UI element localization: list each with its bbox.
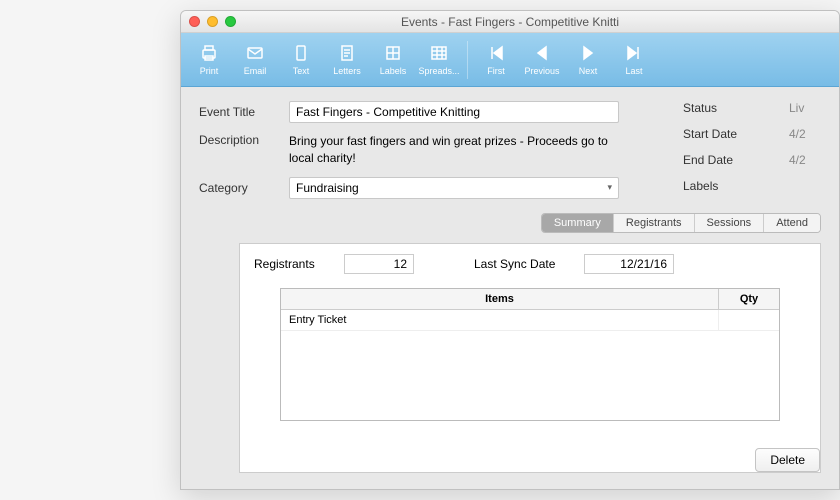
letter-icon (337, 43, 357, 63)
previous-button[interactable]: Previous (520, 36, 564, 84)
next-icon (578, 43, 598, 63)
event-title-input[interactable] (289, 101, 619, 123)
next-button[interactable]: Next (566, 36, 610, 84)
status-value[interactable]: Liv (789, 101, 829, 115)
end-date-label: End Date (683, 153, 763, 167)
email-button[interactable]: Email (233, 36, 277, 84)
grid-icon (429, 43, 449, 63)
delete-button[interactable]: Delete (755, 448, 820, 472)
titlebar[interactable]: Events - Fast Fingers - Competitive Knit… (181, 11, 839, 33)
description-label: Description (199, 133, 289, 147)
item-name: Entry Ticket (281, 310, 719, 330)
tab-attend[interactable]: Attend (764, 214, 820, 232)
last-sync-value[interactable]: 12/21/16 (584, 254, 674, 274)
first-button[interactable]: First (474, 36, 518, 84)
category-select[interactable]: Fundraising ▾ (289, 177, 619, 199)
last-icon (624, 43, 644, 63)
traffic-lights (189, 16, 236, 27)
text-label: Text (293, 66, 310, 76)
labels-field-label: Labels (683, 179, 763, 193)
start-date-value[interactable]: 4/2 (789, 127, 829, 141)
print-button[interactable]: Print (187, 36, 231, 84)
start-date-label: Start Date (683, 127, 763, 141)
letters-label: Letters (333, 66, 361, 76)
window-title: Events - Fast Fingers - Competitive Knit… (181, 15, 839, 29)
labels-label: Labels (380, 66, 407, 76)
last-sync-label: Last Sync Date (474, 257, 584, 271)
spreads-label: Spreads... (418, 66, 459, 76)
event-window: Events - Fast Fingers - Competitive Knit… (180, 10, 840, 490)
registrants-label: Registrants (254, 257, 344, 271)
toolbar: Print Email Text Letters Labels Spreads.… (181, 33, 839, 87)
tab-summary[interactable]: Summary (542, 214, 614, 232)
print-icon (199, 43, 219, 63)
phone-icon (291, 43, 311, 63)
print-label: Print (200, 66, 219, 76)
items-table: Items Qty Entry Ticket (280, 288, 780, 421)
last-label: Last (625, 66, 642, 76)
summary-panel: Registrants 12 Last Sync Date 12/21/16 I… (239, 243, 821, 473)
previous-label: Previous (524, 66, 559, 76)
text-button[interactable]: Text (279, 36, 323, 84)
toolbar-separator (467, 41, 468, 79)
table-row[interactable]: Entry Ticket (281, 310, 779, 331)
event-title-label: Event Title (199, 105, 289, 119)
letters-button[interactable]: Letters (325, 36, 369, 84)
item-qty (719, 310, 779, 330)
first-icon (486, 43, 506, 63)
description-text[interactable]: Bring your fast fingers and win great pr… (289, 133, 619, 167)
next-label: Next (579, 66, 598, 76)
tab-sessions[interactable]: Sessions (695, 214, 765, 232)
minimize-icon[interactable] (207, 16, 218, 27)
last-button[interactable]: Last (612, 36, 656, 84)
chevron-down-icon: ▾ (607, 182, 612, 193)
category-value: Fundraising (296, 181, 359, 195)
email-label: Email (244, 66, 267, 76)
status-label: Status (683, 101, 763, 115)
qty-header: Qty (719, 289, 779, 309)
labels-button[interactable]: Labels (371, 36, 415, 84)
tab-registrants[interactable]: Registrants (614, 214, 695, 232)
items-header: Items (281, 289, 719, 309)
end-date-value[interactable]: 4/2 (789, 153, 829, 167)
labels-icon (383, 43, 403, 63)
email-icon (245, 43, 265, 63)
registrants-count[interactable]: 12 (344, 254, 414, 274)
previous-icon (532, 43, 552, 63)
zoom-icon[interactable] (225, 16, 236, 27)
first-label: First (487, 66, 505, 76)
category-label: Category (199, 181, 289, 195)
tab-bar: Summary Registrants Sessions Attend (199, 213, 821, 233)
close-icon[interactable] (189, 16, 200, 27)
event-form: Event Title Description Bring your fast … (181, 87, 839, 483)
spreadsheet-button[interactable]: Spreads... (417, 36, 461, 84)
